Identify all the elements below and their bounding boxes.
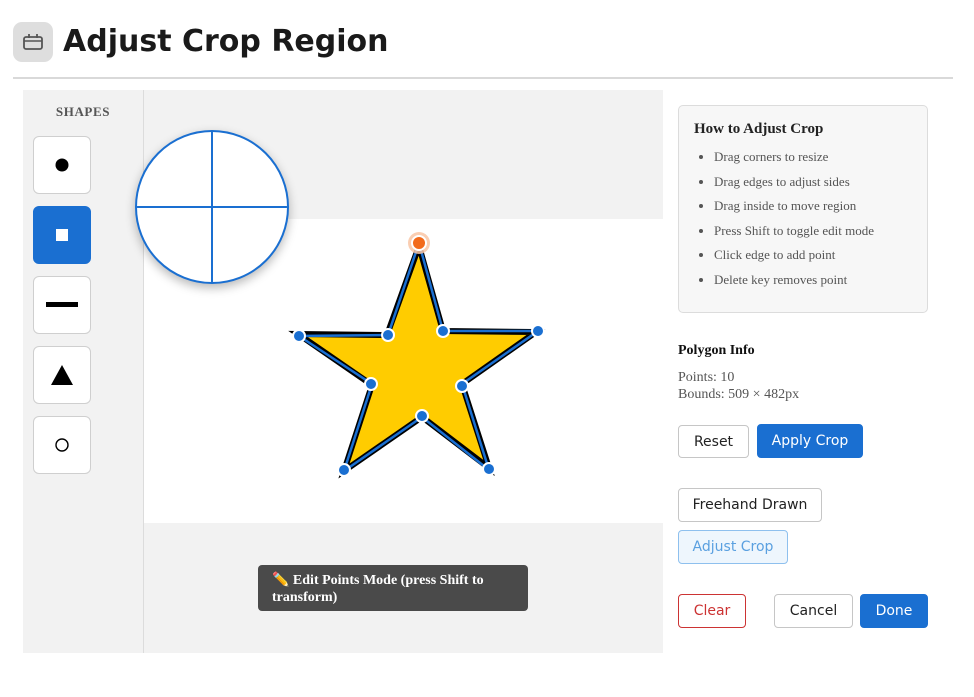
bounds-size: Bounds: 509 × 482px [678, 387, 800, 402]
vertex-handle[interactable] [436, 324, 450, 338]
shape-line-button[interactable] [33, 276, 91, 334]
points-count: Points: 10 [678, 370, 735, 385]
vertex-handle[interactable] [531, 324, 545, 338]
reset-button[interactable]: Reset [678, 425, 749, 458]
shape-square-button[interactable] [33, 206, 91, 264]
filled-square-icon [56, 229, 68, 241]
magnifier-loupe [135, 130, 289, 284]
help-item: Press Shift to toggle edit mode [714, 222, 912, 247]
edit-mode-toast: ✏️ Edit Points Mode (press Shift to tran… [258, 565, 528, 611]
vertex-handle[interactable] [337, 463, 351, 477]
page-title: Adjust Crop Region [63, 24, 389, 59]
freehand-drawn-button[interactable]: Freehand Drawn [678, 488, 822, 522]
help-item: Drag corners to resize [714, 148, 912, 173]
cancel-button[interactable]: Cancel [774, 594, 853, 628]
sidebar-title: SHAPES [55, 104, 111, 119]
shapes-sidebar: SHAPES [23, 90, 144, 653]
line-icon [46, 302, 78, 307]
apply-crop-button[interactable]: Apply Crop [757, 424, 863, 458]
shape-triangle-button[interactable] [33, 346, 91, 404]
adjust-crop-button[interactable]: Adjust Crop [678, 530, 788, 564]
shape-circle-button[interactable] [33, 136, 91, 194]
polygon-info-title: Polygon Info [678, 343, 755, 358]
vertex-handle[interactable] [455, 379, 469, 393]
vertex-handle[interactable] [415, 409, 429, 423]
vertex-handle[interactable] [292, 329, 306, 343]
vertex-handle[interactable] [364, 377, 378, 391]
crop-canvas[interactable]: ✏️ Edit Points Mode (press Shift to tran… [135, 90, 663, 653]
help-item: Click edge to add point [714, 246, 912, 271]
help-panel: How to Adjust Crop Drag corners to resiz… [678, 105, 928, 313]
vertex-handle[interactable] [381, 328, 395, 342]
shape-circle-outline-button[interactable] [33, 416, 91, 474]
crosshair-horizontal [137, 206, 287, 208]
triangle-icon [51, 365, 73, 385]
help-title: How to Adjust Crop [694, 121, 824, 137]
done-button[interactable]: Done [860, 594, 928, 628]
vertex-handle[interactable] [482, 462, 496, 476]
window-icon [13, 22, 53, 62]
help-item: Delete key removes point [714, 271, 912, 296]
help-item: Drag edges to adjust sides [714, 173, 912, 198]
rotate-handle[interactable] [411, 235, 427, 251]
header: Adjust Crop Region [0, 0, 974, 80]
header-divider [13, 77, 953, 79]
circle-outline-icon [55, 438, 69, 452]
help-list: Drag corners to resize Drag edges to adj… [694, 148, 912, 296]
filled-circle-icon [55, 158, 69, 172]
crosshair-vertical [211, 132, 213, 282]
clear-button[interactable]: Clear [678, 594, 746, 628]
help-item: Drag inside to move region [714, 197, 912, 222]
